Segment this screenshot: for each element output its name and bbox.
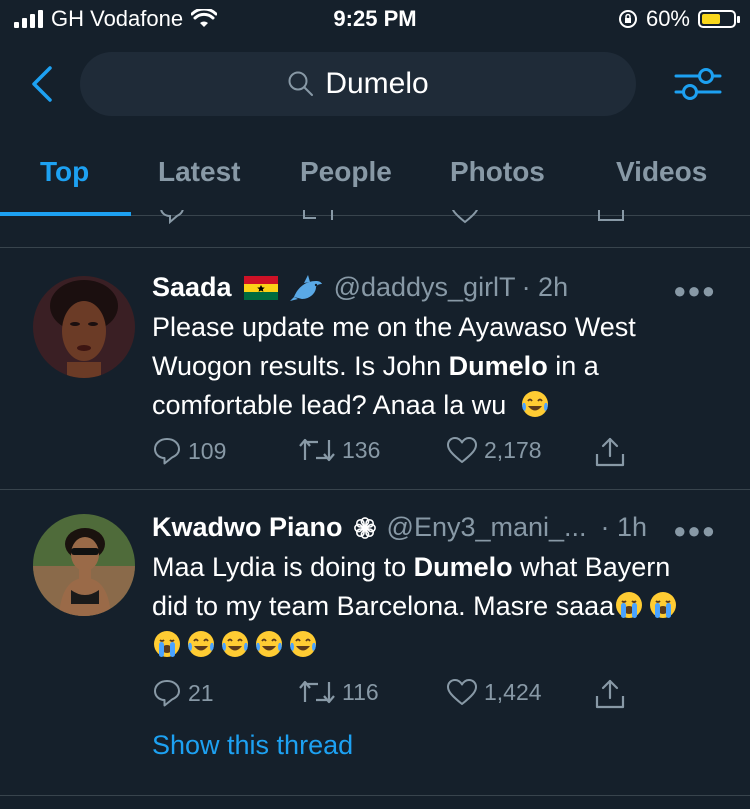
search-highlight: Dumelo	[448, 351, 548, 381]
retweet-icon	[299, 438, 335, 462]
share-button[interactable]	[594, 436, 626, 468]
flower-icon	[353, 516, 376, 539]
reply-icon	[154, 680, 180, 707]
avatar[interactable]	[33, 514, 135, 616]
retweet-count: 136	[342, 436, 381, 463]
share-button[interactable]	[594, 678, 626, 710]
heart-icon	[447, 437, 477, 463]
tears-of-joy-emoji-icon	[290, 631, 316, 657]
tab-top[interactable]: Top	[40, 156, 89, 188]
tears-of-joy-emoji-icon	[521, 391, 548, 417]
tears-of-joy-emoji-icon	[222, 631, 248, 657]
reply-icon	[154, 438, 180, 465]
search-icon	[288, 71, 314, 96]
reply-button[interactable]: 109	[152, 436, 226, 466]
search-header: Dumelo	[0, 52, 750, 116]
share-icon	[595, 679, 625, 709]
tweet-text: Maa Lydia is doing to	[152, 552, 414, 582]
tears-of-joy-emoji-icon	[256, 631, 282, 657]
more-icon[interactable]: ●●●	[673, 278, 716, 304]
avatar[interactable]	[33, 276, 135, 378]
tweet-card[interactable]: Saada @daddys_girlT · 2h ●●● Please upda…	[0, 248, 750, 490]
retweet-button[interactable]: 116	[298, 678, 379, 706]
search-input[interactable]: Dumelo	[80, 52, 636, 116]
share-icon	[598, 210, 624, 221]
search-tabs: Top Latest People Photos Videos	[0, 148, 750, 216]
battery-fill	[702, 14, 720, 24]
ghana-flag-icon	[243, 275, 278, 300]
back-button[interactable]	[24, 62, 60, 106]
crying-emoji-icon	[154, 631, 180, 657]
crying-emoji-icon	[650, 592, 677, 618]
tweet-time: · 1h	[600, 512, 648, 542]
display-name[interactable]: Saada	[152, 272, 232, 303]
previous-tweet-actions	[0, 210, 750, 248]
search-query: Dumelo	[325, 67, 429, 100]
sliders-icon	[674, 68, 722, 100]
like-button[interactable]: 1,424	[446, 678, 542, 706]
tweet-actions: 109 136 2,178	[152, 436, 652, 472]
tweet-handle: @daddys_girlT	[333, 272, 516, 302]
retweet-icon	[303, 210, 333, 220]
dolphin-icon	[289, 274, 322, 301]
reply-button[interactable]: 21	[152, 678, 214, 708]
tweet-header: Saada @daddys_girlT · 2h	[152, 272, 568, 303]
tweet-body: Maa Lydia is doing to Dumelo what Bayern…	[152, 548, 712, 665]
battery-percent: 60%	[645, 6, 690, 31]
display-name[interactable]: Kwadwo Piano	[152, 512, 343, 543]
search-highlight: Dumelo	[413, 552, 513, 582]
like-button[interactable]: 2,178	[446, 436, 542, 464]
tab-latest[interactable]: Latest	[158, 156, 240, 188]
more-icon[interactable]: ●●●	[673, 518, 716, 544]
tweet-time: · 2h	[521, 272, 569, 302]
crying-emoji-icon	[616, 592, 643, 618]
heart-icon	[447, 679, 477, 705]
tweet-body: Please update me on the Ayawaso West Wuo…	[152, 308, 712, 425]
tweet-header: Kwadwo Piano @Eny3_mani_... · 1h	[152, 512, 647, 543]
tweet-handle: @Eny3_mani_...	[386, 512, 587, 542]
tab-videos[interactable]: Videos	[616, 156, 707, 188]
reply-count: 21	[188, 679, 214, 706]
like-count: 1,424	[484, 678, 542, 705]
retweet-button[interactable]: 136	[298, 436, 380, 464]
status-bar: GH Vodafone 9:25 PM 60%	[0, 0, 750, 40]
rotation-lock-icon	[618, 10, 637, 28]
chevron-left-icon	[32, 66, 52, 102]
battery-icon	[698, 10, 740, 28]
tweet-actions: 21 116 1,424	[152, 678, 652, 714]
show-thread-link[interactable]: Show this thread	[152, 730, 353, 761]
retweet-count: 116	[342, 678, 379, 705]
share-icon	[595, 437, 625, 467]
tab-people[interactable]: People	[300, 156, 392, 188]
retweet-icon	[299, 680, 335, 704]
tab-photos[interactable]: Photos	[450, 156, 545, 188]
tweet-card[interactable]: Kwadwo Piano @Eny3_mani_... · 1h ●●● Maa…	[0, 490, 750, 796]
status-right: 60%	[618, 6, 740, 32]
search-filter-button[interactable]	[674, 64, 722, 104]
reply-icon	[160, 210, 184, 224]
like-count: 2,178	[484, 436, 542, 463]
tears-of-joy-emoji-icon	[188, 631, 214, 657]
like-icon	[451, 210, 479, 224]
reply-count: 109	[188, 437, 227, 464]
